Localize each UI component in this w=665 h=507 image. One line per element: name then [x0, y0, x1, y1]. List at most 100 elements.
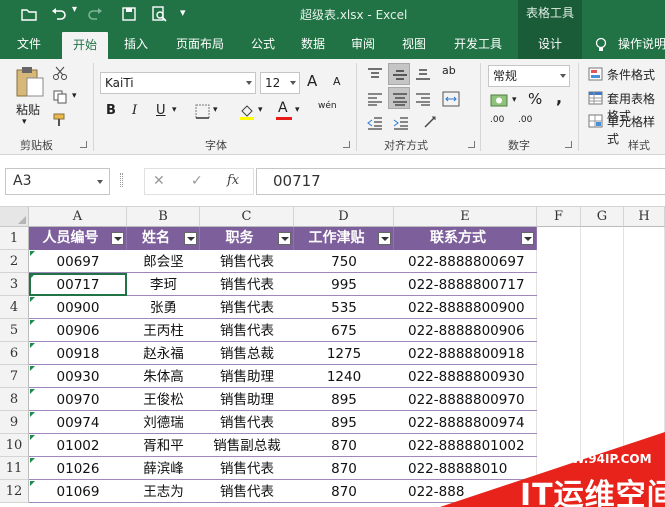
tab-view[interactable]: 视图 — [392, 29, 436, 59]
decrease-indent-icon[interactable] — [366, 116, 384, 130]
filter-dropdown-icon[interactable] — [521, 232, 534, 245]
cell-styles-icon[interactable] — [588, 114, 604, 128]
font-color-button[interactable]: A — [275, 100, 293, 120]
orientation-icon[interactable] — [422, 114, 440, 130]
row-header-9[interactable]: 9 — [0, 411, 29, 434]
table-cell[interactable]: 022-8888800717 — [394, 273, 537, 296]
table-cell[interactable]: 王丙柱 — [127, 319, 200, 342]
tab-formulas[interactable]: 公式 — [242, 29, 284, 59]
fill-color-icon[interactable] — [238, 102, 256, 120]
table-cell[interactable]: 022-8888800900 — [394, 296, 537, 319]
align-left-icon[interactable] — [366, 92, 384, 106]
phonetic-guide-button[interactable]: wén — [318, 101, 337, 111]
filter-dropdown-icon[interactable] — [378, 232, 391, 245]
table-cell[interactable]: 870 — [294, 480, 394, 503]
align-top-icon[interactable] — [366, 67, 384, 81]
increase-indent-icon[interactable] — [392, 116, 410, 130]
table-cell[interactable]: 销售代表 — [200, 411, 294, 434]
comma-style-button[interactable]: , — [556, 88, 562, 107]
bold-button[interactable]: B — [106, 103, 116, 118]
alignment-launcher[interactable] — [468, 141, 475, 148]
borders-icon[interactable] — [195, 104, 210, 119]
table-cell[interactable]: 01002 — [29, 434, 127, 457]
table-cell[interactable]: 销售代表 — [200, 250, 294, 273]
number-launcher[interactable] — [565, 141, 572, 148]
table-cell[interactable]: 870 — [294, 457, 394, 480]
paste-dropdown-icon[interactable]: ▾ — [22, 117, 27, 127]
copy-dropdown-icon[interactable]: ▾ — [72, 91, 77, 101]
row-header-1[interactable]: 1 — [0, 227, 29, 250]
table-header-cell[interactable]: 姓名 — [127, 227, 200, 250]
align-bottom-icon[interactable] — [414, 67, 432, 81]
formula-bar-grip[interactable] — [120, 173, 123, 187]
font-launcher[interactable] — [343, 141, 350, 148]
table-header-cell[interactable]: 工作津贴 — [294, 227, 394, 250]
table-cell[interactable]: 00900 — [29, 296, 127, 319]
cut-icon[interactable] — [52, 65, 68, 81]
table-header-cell[interactable]: 联系方式 — [394, 227, 537, 250]
formula-input[interactable]: 00717 — [256, 168, 665, 195]
table-cell[interactable]: 022-8888800697 — [394, 250, 537, 273]
undo-icon[interactable] — [50, 5, 68, 23]
table-cell[interactable]: 1275 — [294, 342, 394, 365]
percent-style-button[interactable]: % — [528, 90, 542, 108]
table-cell[interactable]: 张勇 — [127, 296, 200, 319]
font-size-select[interactable]: 12 — [260, 72, 300, 94]
table-cell[interactable]: 郎会坚 — [127, 250, 200, 273]
borders-dropdown-icon[interactable]: ▾ — [213, 105, 218, 115]
table-cell[interactable]: 王俊松 — [127, 388, 200, 411]
font-color-dropdown-icon[interactable]: ▾ — [295, 105, 300, 115]
table-cell[interactable]: 00974 — [29, 411, 127, 434]
table-cell[interactable]: 刘德瑞 — [127, 411, 200, 434]
table-cell[interactable]: 750 — [294, 250, 394, 273]
font-name-select[interactable]: KaiTi — [100, 72, 256, 94]
table-cell[interactable]: 022-8888801002 — [394, 434, 537, 457]
table-cell[interactable]: 薛滨峰 — [127, 457, 200, 480]
paste-label[interactable]: 粘贴 — [16, 101, 40, 118]
tab-file[interactable]: 文件 — [8, 29, 50, 59]
table-cell[interactable]: 01069 — [29, 480, 127, 503]
increase-decimal-button[interactable]: .00 — [490, 116, 504, 125]
table-cell[interactable]: 895 — [294, 388, 394, 411]
table-cell[interactable]: 销售代表 — [200, 480, 294, 503]
open-folder-icon[interactable] — [20, 5, 38, 23]
select-all-corner[interactable] — [0, 207, 29, 227]
table-cell[interactable]: 1240 — [294, 365, 394, 388]
row-header-3[interactable]: 3 — [0, 273, 29, 296]
table-cell[interactable]: 00717 — [29, 273, 127, 296]
column-header-c[interactable]: C — [200, 207, 294, 227]
font-size-decrease-button[interactable]: A — [333, 75, 341, 88]
filter-dropdown-icon[interactable] — [278, 232, 291, 245]
save-icon[interactable] — [120, 5, 138, 23]
table-cell[interactable]: 朱体高 — [127, 365, 200, 388]
tab-home[interactable]: 开始 — [62, 32, 108, 59]
row-header-2[interactable]: 2 — [0, 250, 29, 273]
table-cell[interactable]: 胥和平 — [127, 434, 200, 457]
table-cell[interactable]: 赵永福 — [127, 342, 200, 365]
italic-button[interactable]: I — [132, 103, 137, 118]
row-header-6[interactable]: 6 — [0, 342, 29, 365]
table-cell[interactable]: 022-8888800930 — [394, 365, 537, 388]
column-header-a[interactable]: A — [29, 207, 127, 227]
print-preview-icon[interactable] — [150, 5, 168, 23]
table-cell[interactable]: 022-8888800974 — [394, 411, 537, 434]
conditional-format-button[interactable]: 条件格式 — [607, 66, 655, 83]
tab-developer[interactable]: 开发工具 — [444, 29, 512, 59]
fill-color-dropdown-icon[interactable]: ▾ — [258, 105, 263, 115]
column-header-f[interactable]: F — [537, 207, 581, 227]
redo-icon[interactable] — [86, 5, 104, 23]
table-cell[interactable]: 022-8888800970 — [394, 388, 537, 411]
filter-dropdown-icon[interactable] — [111, 232, 124, 245]
decrease-decimal-button[interactable]: .00 — [518, 116, 532, 125]
table-cell[interactable]: 00918 — [29, 342, 127, 365]
table-cell[interactable]: 022-88888010 — [394, 457, 537, 480]
tab-review[interactable]: 审阅 — [342, 29, 384, 59]
insert-function-icon[interactable]: fx — [227, 173, 239, 188]
row-header-7[interactable]: 7 — [0, 365, 29, 388]
copy-icon[interactable] — [52, 89, 68, 105]
table-cell[interactable]: 00697 — [29, 250, 127, 273]
table-cell[interactable]: 01026 — [29, 457, 127, 480]
align-middle-button[interactable] — [388, 63, 410, 85]
tab-design[interactable]: 设计 — [518, 29, 582, 59]
name-box[interactable]: A3 — [5, 168, 110, 195]
